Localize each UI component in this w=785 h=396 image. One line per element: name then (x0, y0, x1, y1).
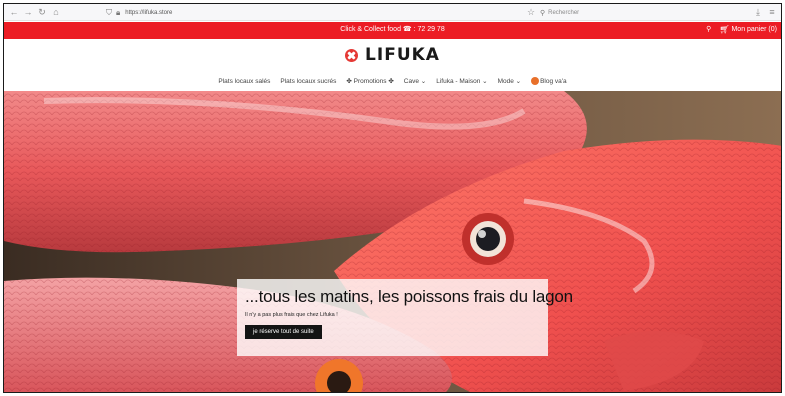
nav-item-lifuka-maison[interactable]: Lifuka - Maison ⌄ (436, 77, 487, 85)
browser-window: ← → ↻ ⌂ ⛉ 🔒︎ https://lifuka.store ☆ ⚲ Re… (3, 3, 782, 393)
hero-title: ...tous les matins, les poissons frais d… (245, 287, 573, 306)
back-icon[interactable]: ← (8, 6, 20, 18)
search-icon: ⚲ (540, 9, 546, 17)
nav-item-promotions[interactable]: ✤ Promotions ✤ (346, 77, 393, 85)
home-icon[interactable]: ⌂ (50, 6, 62, 18)
hero-card: ...tous les matins, les poissons frais d… (237, 279, 573, 356)
nav-item-blog-label: Blog va'a (540, 77, 567, 85)
nav-item-cave[interactable]: Cave ⌄ (404, 77, 426, 85)
nav-item-plats-sales[interactable]: Plats locaux salés (218, 78, 270, 85)
site-logo[interactable]: LIFUKA (4, 43, 781, 67)
browser-search-input[interactable]: ⚲ Rechercher (540, 7, 750, 18)
browser-toolbar: ← → ↻ ⌂ ⛉ 🔒︎ https://lifuka.store ☆ ⚲ Re… (4, 4, 781, 21)
bookmark-star-icon[interactable]: ☆ (525, 6, 537, 18)
promo-bar: Click & Collect food ☎ : 72 29 78 ⚲ 🛒︎ M… (4, 22, 781, 39)
logo-mark-icon (345, 48, 359, 62)
search-icon[interactable]: ⚲ (706, 25, 711, 35)
hero-subtitle: Il n'y a pas plus frais que chez Lifuka … (245, 312, 338, 318)
shield-icon[interactable]: ⛉ (106, 8, 112, 18)
menu-icon[interactable]: ≡ (766, 6, 778, 18)
hero-banner: ...tous les matins, les poissons frais d… (4, 91, 781, 392)
url-text: https://lifuka.store (125, 9, 173, 16)
forward-icon[interactable]: → (22, 6, 34, 18)
cart-link[interactable]: Mon panier (0) (731, 25, 777, 35)
address-bar[interactable]: ⛉ 🔒︎ https://lifuka.store (106, 7, 536, 18)
search-placeholder: Rechercher (548, 9, 580, 16)
download-icon[interactable]: ⤓ (752, 6, 764, 18)
nav-item-blog[interactable]: Blog va'a (531, 77, 567, 85)
nav-item-mode[interactable]: Mode ⌄ (498, 77, 522, 85)
blog-icon (531, 77, 540, 85)
main-nav: Plats locaux salés Plats locaux sucrés ✤… (4, 75, 781, 87)
lock-icon[interactable]: 🔒︎ (116, 8, 120, 18)
reload-icon[interactable]: ↻ (36, 6, 48, 18)
reserve-button[interactable]: je réserve tout de suite (245, 325, 322, 339)
header-actions: ⚲ 🛒︎ Mon panier (0) (706, 25, 777, 35)
cart-icon[interactable]: 🛒︎ (719, 25, 729, 35)
nav-item-plats-sucres[interactable]: Plats locaux sucrés (280, 78, 336, 85)
promo-text: Click & Collect food ☎ : 72 29 78 (340, 26, 445, 33)
logo-text: LIFUKA (365, 45, 440, 65)
